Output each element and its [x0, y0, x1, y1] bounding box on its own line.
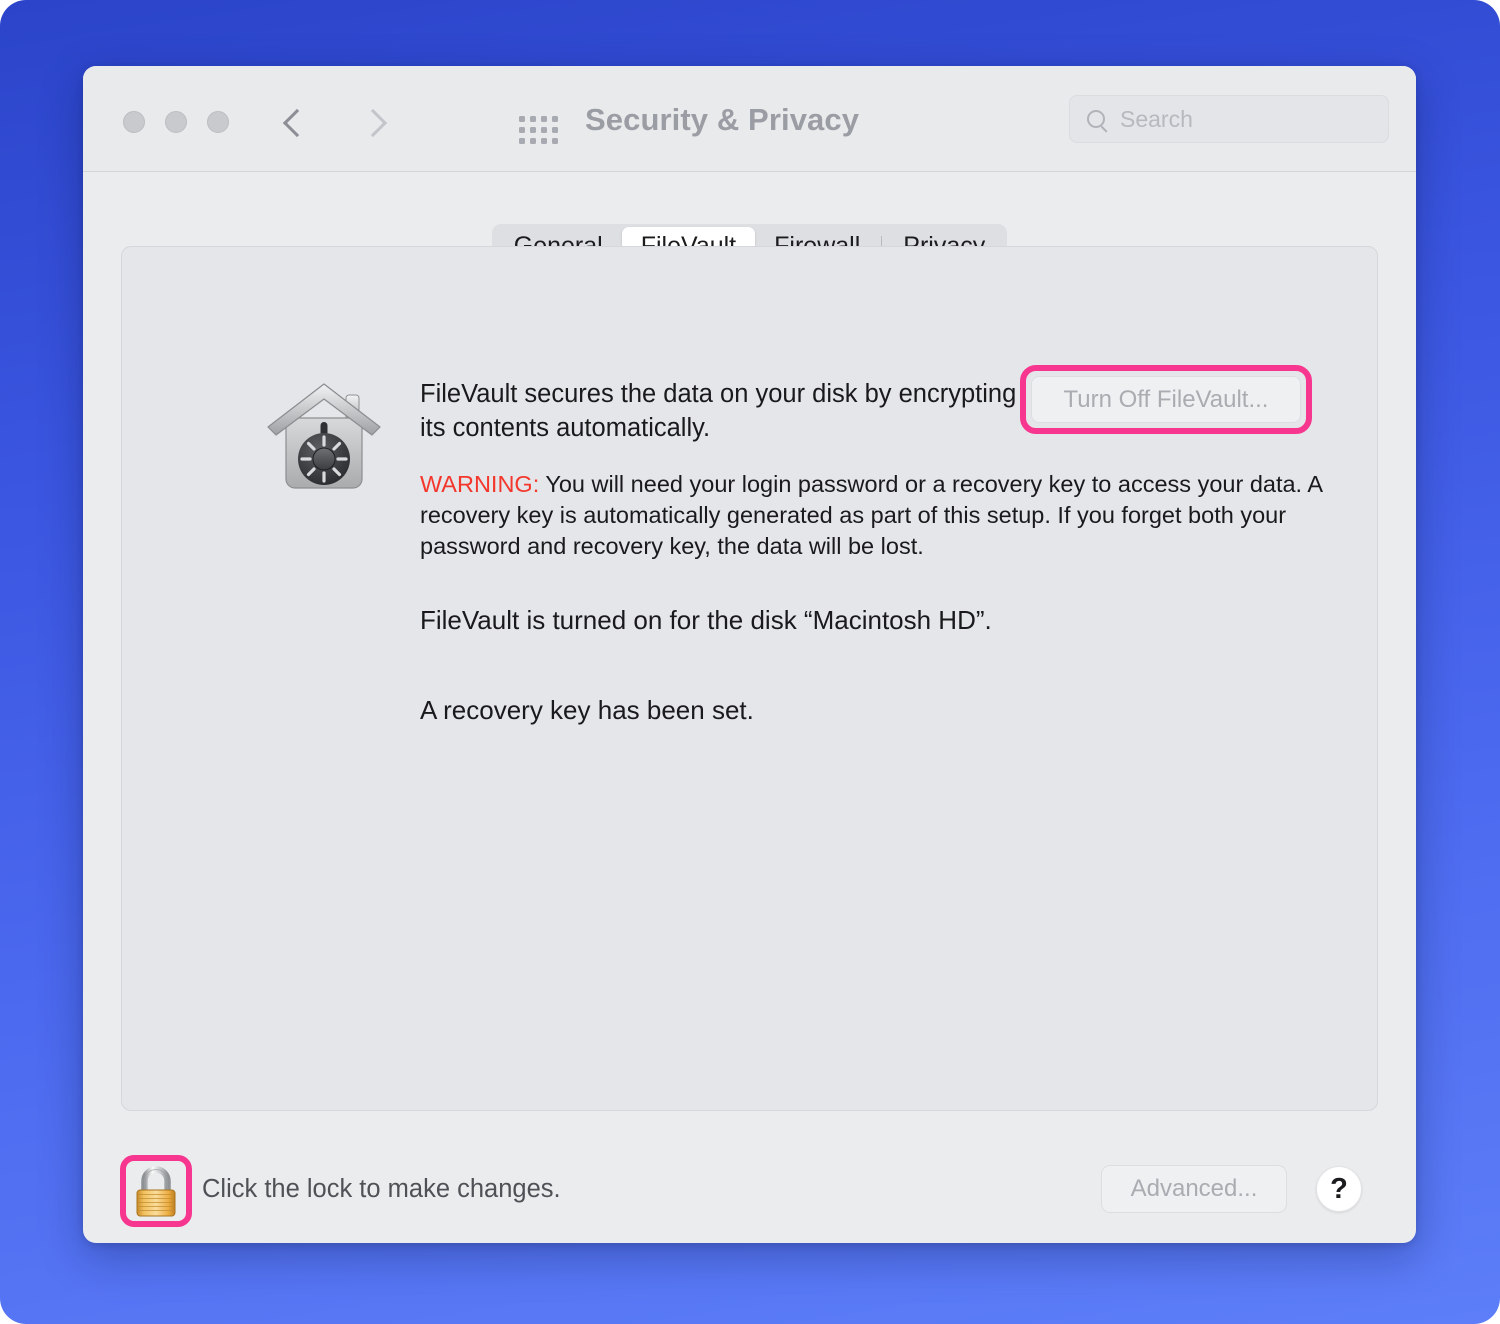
close-button[interactable] — [123, 111, 145, 133]
window-titlebar: Security & Privacy Search — [83, 66, 1416, 172]
lock-button-highlight — [120, 1155, 192, 1227]
warning-label: WARNING: — [420, 471, 540, 497]
chevron-right-icon[interactable] — [357, 104, 387, 140]
filevault-status-disk: FileVault is turned on for the disk “Mac… — [420, 605, 992, 635]
page-title: Security & Privacy — [585, 102, 860, 137]
advanced-button[interactable]: Advanced... — [1101, 1165, 1287, 1213]
search-icon — [1087, 110, 1105, 128]
lock-button-container[interactable] — [120, 1155, 192, 1227]
search-input[interactable]: Search — [1069, 95, 1389, 143]
turn-off-filevault-container: Turn Off FileVault... — [1020, 365, 1312, 434]
chevron-left-icon[interactable] — [281, 104, 311, 140]
help-button[interactable]: ? — [1316, 1166, 1362, 1212]
filevault-house-safe-icon — [267, 383, 381, 489]
filevault-warning: WARNING: You will need your login passwo… — [420, 469, 1330, 561]
zoom-button[interactable] — [207, 111, 229, 133]
search-placeholder: Search — [1120, 105, 1193, 132]
system-preferences-window: Security & Privacy Search General FileVa… — [83, 66, 1416, 1243]
minimize-button[interactable] — [165, 111, 187, 133]
filevault-description: FileVault secures the data on your disk … — [420, 380, 1017, 443]
navigation-arrows — [281, 104, 387, 140]
turn-off-filevault-button[interactable]: Turn Off FileVault... — [1031, 376, 1301, 423]
warning-text: You will need your login password or a r… — [420, 471, 1322, 559]
traffic-lights — [123, 111, 229, 133]
desktop-background: Security & Privacy Search General FileVa… — [0, 0, 1500, 1324]
window-bottom-bar: Click the lock to make changes. Advanced… — [83, 1141, 1416, 1241]
show-all-grid-icon[interactable] — [519, 116, 558, 144]
lock-instruction-label: Click the lock to make changes. — [202, 1175, 561, 1203]
filevault-status-recovery-key: A recovery key has been set. — [420, 695, 754, 725]
filevault-panel: FileVault secures the data on your disk … — [121, 246, 1378, 1111]
